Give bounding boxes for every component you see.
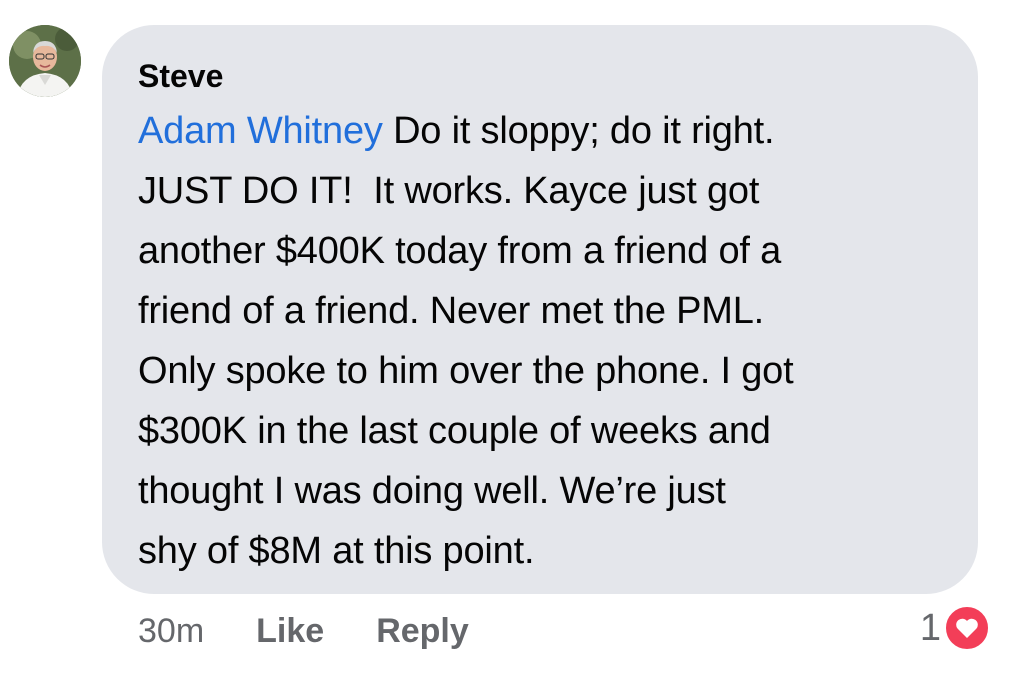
avatar[interactable]	[9, 25, 81, 97]
comment-line: another $400K today from a friend of a	[138, 230, 782, 272]
heart-icon	[943, 604, 991, 652]
mention-link[interactable]: Adam Whitney	[138, 110, 383, 152]
comment-bubble: Steve Adam Whitney Do it sloppy; do it r…	[102, 25, 978, 594]
comment: Steve Adam Whitney Do it sloppy; do it r…	[0, 0, 1009, 683]
reaction-summary[interactable]: 1	[920, 604, 991, 652]
reaction-count: 1	[919, 606, 941, 649]
like-button[interactable]: Like	[256, 612, 324, 651]
comment-line: friend of a friend. Never met the PML.	[138, 290, 765, 332]
comment-text: Adam Whitney Do it sloppy; do it right. …	[138, 101, 944, 581]
comment-author[interactable]: Steve	[138, 57, 944, 95]
comment-line: $300K in the last couple of weeks and	[138, 410, 771, 452]
comment-timestamp[interactable]: 30m	[138, 612, 204, 651]
comment-line: thought I was doing well. We’re just	[138, 470, 726, 512]
avatar-photo	[9, 25, 81, 97]
reply-button[interactable]: Reply	[376, 612, 469, 651]
comment-line: shy of $8M at this point.	[138, 530, 535, 572]
comment-line: Do it sloppy; do it right.	[393, 110, 775, 152]
comment-actions: 30m Like Reply	[138, 612, 521, 651]
comment-line: Only spoke to him over the phone. I got	[138, 350, 794, 392]
comment-line: JUST DO IT! It works. Kayce just got	[138, 170, 760, 212]
